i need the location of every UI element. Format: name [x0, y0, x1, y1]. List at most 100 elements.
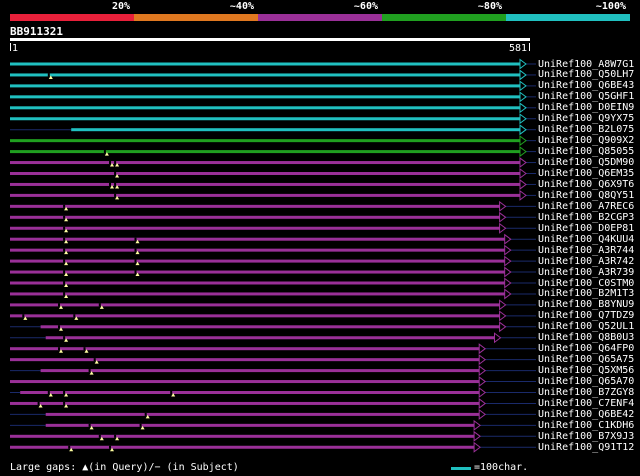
hit-row[interactable]	[10, 124, 536, 136]
subject-gap-marker	[170, 391, 173, 394]
hit-id-link[interactable]: UniRef100_Q6X9T6	[538, 179, 634, 190]
hit-row[interactable]	[10, 91, 536, 103]
hit-row[interactable]	[10, 80, 536, 92]
hit-bar	[10, 150, 520, 154]
hit-id-link[interactable]: UniRef100_D0EIN9	[538, 102, 634, 113]
hit-end-arrow	[519, 91, 527, 103]
hit-id-link[interactable]: UniRef100_A8W7G1	[538, 59, 634, 70]
subject-gap-marker	[114, 161, 117, 165]
hit-row[interactable]	[10, 58, 536, 70]
hit-row[interactable]	[10, 419, 536, 431]
hit-id-link[interactable]: UniRef100_A3R739	[538, 267, 634, 278]
hit-end-arrow	[504, 244, 512, 256]
hit-id-link[interactable]: UniRef100_Q65A70	[538, 376, 634, 387]
hit-bar	[10, 204, 500, 208]
hit-id-link[interactable]: UniRef100_Q6BE43	[538, 80, 634, 91]
hit-row[interactable]	[10, 168, 536, 179]
hit-end-arrow	[499, 211, 507, 223]
hit-row[interactable]	[10, 69, 536, 81]
hit-end-arrow	[478, 343, 487, 355]
hit-row[interactable]	[10, 430, 536, 442]
subject-gap-marker	[114, 182, 117, 186]
hit-id-link[interactable]: UniRef100_Q64FP0	[538, 343, 634, 354]
hit-id-link[interactable]: UniRef100_C7ENF4	[538, 398, 634, 409]
hit-id-link[interactable]: UniRef100_Q9YX75	[538, 113, 634, 124]
hit-end-arrow	[519, 168, 527, 179]
hit-row[interactable]	[10, 397, 536, 409]
subject-gap-marker	[134, 259, 137, 263]
hit-id-link[interactable]: UniRef100_B7X9J3	[538, 431, 634, 442]
hit-row[interactable]	[10, 408, 536, 420]
hit-end-arrow	[473, 441, 481, 453]
hit-row[interactable]	[10, 244, 536, 256]
hit-id-link[interactable]: UniRef100_Q8QY51	[538, 190, 634, 201]
hit-bar	[40, 325, 500, 329]
hit-bar	[10, 259, 505, 263]
hit-id-link[interactable]: UniRef100_Q5DM90	[538, 157, 634, 168]
hit-id-link[interactable]: UniRef100_A3R742	[538, 256, 634, 267]
hit-id-link[interactable]: UniRef100_Q91T12	[538, 442, 634, 453]
hit-id-link[interactable]: UniRef100_Q4KUU4	[538, 234, 634, 245]
hit-row[interactable]	[10, 222, 536, 234]
hit-id-link[interactable]: UniRef100_Q52UL1	[538, 321, 634, 332]
hit-end-arrow	[473, 430, 481, 442]
hit-row[interactable]	[10, 189, 536, 201]
hit-row[interactable]	[10, 332, 536, 344]
hit-id-link[interactable]: UniRef100_Q6EM35	[538, 168, 634, 179]
hit-row[interactable]	[10, 200, 536, 212]
hit-end-arrow	[478, 387, 487, 398]
hit-row[interactable]	[10, 354, 536, 366]
hit-id-link[interactable]: UniRef100_A7REC6	[538, 201, 634, 212]
hit-bar	[10, 237, 505, 241]
hit-row[interactable]	[10, 376, 536, 388]
hit-row[interactable]	[10, 266, 536, 278]
hit-row[interactable]	[10, 321, 536, 333]
hit-id-link[interactable]: UniRef100_Q5XM56	[538, 365, 634, 376]
hit-bar	[10, 226, 500, 230]
hit-end-arrow	[494, 332, 502, 344]
hit-row[interactable]	[10, 343, 536, 355]
hit-id-link[interactable]: UniRef100_Q909X2	[538, 135, 634, 146]
scale-bar	[451, 467, 471, 470]
hit-id-link[interactable]: UniRef100_B7ZGY8	[538, 387, 634, 398]
hit-id-link[interactable]: UniRef100_C0STM0	[538, 278, 634, 289]
hit-id-link[interactable]: UniRef100_Q8B0U3	[538, 332, 634, 343]
subject-gap-marker	[103, 150, 106, 154]
hit-row[interactable]	[10, 310, 536, 322]
hit-row[interactable]	[10, 113, 536, 125]
hit-row[interactable]	[10, 255, 536, 267]
subject-gap-marker	[73, 314, 76, 318]
hit-row[interactable]	[10, 365, 536, 377]
hit-row[interactable]	[10, 299, 536, 311]
hit-id-link[interactable]: UniRef100_B2M1T3	[538, 288, 634, 299]
hit-row[interactable]	[10, 277, 536, 289]
hit-row[interactable]	[10, 288, 536, 300]
hit-id-link[interactable]: UniRef100_Q6BE42	[538, 409, 634, 420]
hit-row[interactable]	[10, 387, 536, 398]
hit-id-link[interactable]: UniRef100_Q5GHF1	[538, 91, 634, 102]
subject-gap-marker	[114, 434, 117, 438]
hit-id-link[interactable]: UniRef100_Q7TDZ9	[538, 310, 634, 321]
hit-row[interactable]	[10, 233, 536, 245]
subject-gap-marker	[58, 325, 60, 329]
hit-id-link[interactable]: UniRef100_Q65A75	[538, 354, 634, 365]
hit-row[interactable]	[10, 211, 536, 223]
hit-id-link[interactable]: UniRef100_Q50LH7	[538, 69, 634, 80]
hit-bar	[10, 117, 520, 121]
subject-gap-marker	[47, 73, 50, 77]
hit-row[interactable]	[10, 157, 536, 169]
hit-row[interactable]	[10, 135, 536, 147]
hit-row[interactable]	[10, 146, 536, 158]
hit-id-link[interactable]: UniRef100_B2CGP3	[538, 212, 634, 223]
hit-row[interactable]	[10, 178, 536, 190]
hit-id-link[interactable]: UniRef100_C1KDH6	[538, 420, 634, 431]
subject-gap-marker	[22, 314, 25, 318]
hit-id-link[interactable]: UniRef100_D0EP81	[538, 223, 634, 234]
subject-gap-marker	[58, 303, 60, 307]
hit-id-link[interactable]: UniRef100_Q85055	[538, 146, 634, 157]
hit-row[interactable]	[10, 102, 536, 114]
hit-row[interactable]	[10, 441, 536, 453]
hit-id-link[interactable]: UniRef100_A3R744	[538, 245, 634, 256]
hit-id-link[interactable]: UniRef100_B2L075	[538, 124, 634, 135]
hit-id-link[interactable]: UniRef100_B8YNU9	[538, 299, 634, 310]
